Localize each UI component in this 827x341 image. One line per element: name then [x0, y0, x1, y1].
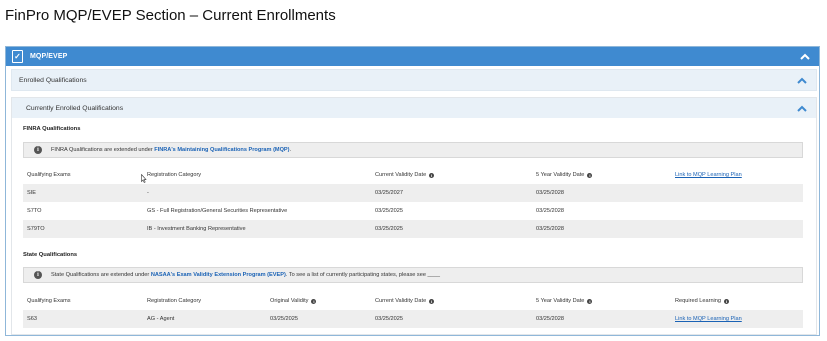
enrolled-qualifications-header[interactable]: Enrolled Qualifications — [11, 69, 817, 91]
column-header: Current Validity Date i — [375, 292, 435, 310]
state-qualifications-label: State Qualifications — [23, 252, 78, 258]
column-header-label: Original Validity — [270, 298, 309, 304]
column-header: 5 Year Validity Date i — [536, 292, 593, 310]
current-validity-cell: 03/25/2025 — [375, 316, 403, 322]
finra-mqp-link[interactable]: FINRA's Maintaining Qualifications Progr… — [154, 147, 289, 153]
exam-cell: S63 — [27, 316, 37, 322]
state-info-suffix: . To see a list of currently participati… — [285, 272, 440, 278]
exam-cell: S7TO — [27, 208, 42, 214]
column-header-label: Current Validity Date — [375, 172, 427, 178]
column-header-label: 5 Year Validity Date — [536, 172, 585, 178]
column-header: Original Validity i — [270, 292, 317, 310]
state-table: Qualifying Exams Registration Category O… — [23, 292, 803, 328]
info-icon[interactable]: i — [311, 298, 317, 304]
info-icon[interactable]: i — [587, 172, 593, 178]
info-icon[interactable]: i — [724, 298, 730, 304]
table-row: S63 AG - Agent 03/25/2025 03/25/2025 03/… — [23, 310, 803, 328]
currently-enrolled-header[interactable]: Currently Enrolled Qualifications — [12, 98, 816, 118]
table-row: SIE - 03/25/2027 03/25/2028 — [23, 184, 803, 202]
table-header-row: Qualifying Exams Registration Category O… — [23, 292, 803, 310]
mqp-learning-plan-link[interactable]: Link to MQP Learning Plan — [675, 316, 742, 322]
required-learning-cell: Link to MQP Learning Plan — [675, 310, 742, 328]
five-year-validity-cell: 03/25/2028 — [536, 316, 564, 322]
info-icon: i — [34, 271, 42, 279]
column-header: Link to MQP Learning Plan — [675, 166, 742, 184]
table-header-row: Qualifying Exams Registration Category C… — [23, 166, 803, 184]
info-icon: i — [34, 146, 42, 154]
state-info-bar: i State Qualifications are extended unde… — [23, 267, 803, 283]
nasaa-evep-link[interactable]: NASAA's Exam Validity Extension Program … — [151, 272, 286, 278]
chevron-up-icon[interactable] — [796, 103, 808, 113]
category-cell: AG - Agent — [147, 316, 175, 322]
exam-cell: S79TO — [27, 226, 45, 232]
column-header: Qualifying Exams — [27, 298, 71, 304]
finra-info-text: FINRA Qualifications are extended under — [51, 147, 153, 153]
mqp-learning-plan-link[interactable]: Link to MQP Learning Plan — [675, 172, 742, 178]
chevron-up-icon[interactable] — [796, 75, 808, 85]
category-cell: IB - Investment Banking Representative — [147, 226, 246, 232]
finra-qualifications-label: FINRA Qualifications — [23, 126, 81, 132]
finra-table: Qualifying Exams Registration Category C… — [23, 166, 803, 238]
mqp-evep-panel: ✓ MQP/EVEP Enrolled Qualifications Curre… — [5, 46, 820, 336]
chevron-up-icon[interactable] — [799, 52, 811, 62]
table-row: S79TO IB - Investment Banking Representa… — [23, 220, 803, 238]
column-header-label: Current Validity Date — [375, 298, 427, 304]
panel-header[interactable]: ✓ MQP/EVEP — [6, 47, 819, 66]
column-header: Registration Category — [147, 172, 202, 178]
category-cell: GS - Full Registration/General Securitie… — [147, 208, 288, 214]
column-header: Qualifying Exams — [27, 172, 71, 178]
enrolled-qualifications-title: Enrolled Qualifications — [19, 76, 87, 84]
column-header-label: Required Learning — [675, 298, 722, 304]
info-icon[interactable]: i — [429, 298, 435, 304]
current-validity-cell: 03/25/2025 — [375, 226, 403, 232]
column-header: Registration Category — [147, 298, 202, 304]
currently-enrolled-title: Currently Enrolled Qualifications — [26, 104, 124, 112]
panel-title: MQP/EVEP — [30, 53, 68, 60]
exam-cell: SIE — [27, 190, 37, 196]
document-icon: ✓ — [12, 50, 23, 63]
finra-info-suffix: . — [289, 147, 292, 153]
column-header: Current Validity Date i — [375, 166, 435, 184]
info-icon[interactable]: i — [429, 172, 435, 178]
current-validity-cell: 03/25/2027 — [375, 190, 403, 196]
column-header-label: 5 Year Validity Date — [536, 298, 585, 304]
currently-enrolled-section: Currently Enrolled Qualifications FINRA … — [11, 97, 817, 335]
table-row: S7TO GS - Full Registration/General Secu… — [23, 202, 803, 220]
column-header: 5 Year Validity Date i — [536, 166, 593, 184]
category-cell: - — [147, 190, 149, 196]
column-header: Required Learning i — [675, 292, 730, 310]
state-info-text: State Qualifications are extended under — [51, 272, 150, 278]
original-validity-cell: 03/25/2025 — [270, 316, 298, 322]
info-icon[interactable]: i — [587, 298, 593, 304]
current-validity-cell: 03/25/2025 — [375, 208, 403, 214]
five-year-validity-cell: 03/25/2028 — [536, 226, 564, 232]
page-title: FinPro MQP/EVEP Section – Current Enroll… — [5, 7, 336, 24]
five-year-validity-cell: 03/25/2028 — [536, 208, 564, 214]
mouse-cursor-icon — [141, 174, 147, 183]
finra-info-bar: i FINRA Qualifications are extended unde… — [23, 142, 803, 158]
five-year-validity-cell: 03/25/2028 — [536, 190, 564, 196]
